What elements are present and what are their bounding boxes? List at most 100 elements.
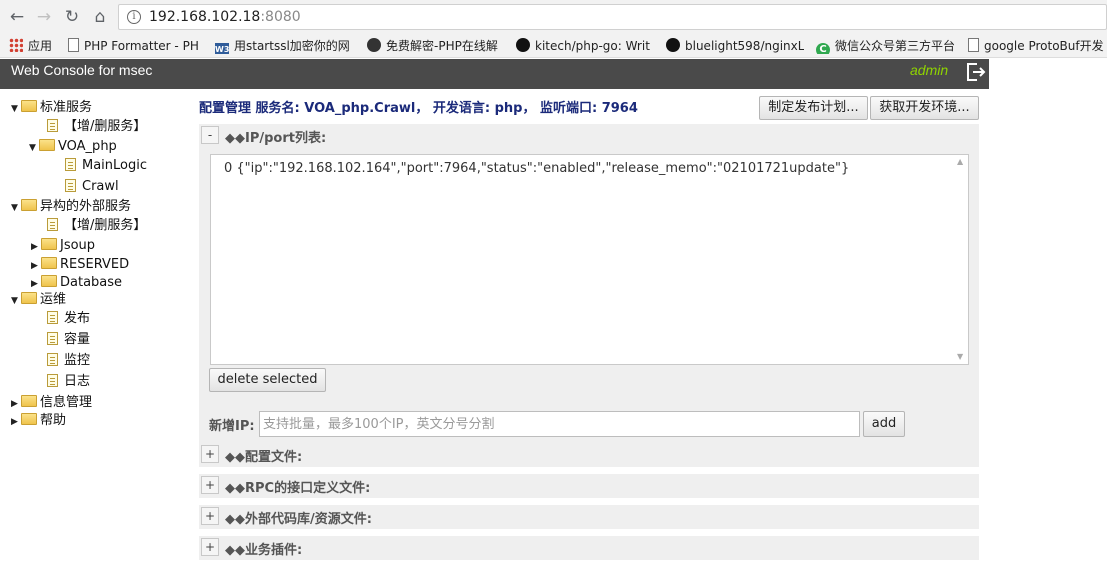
- rpc-interface-section[interactable]: + ◆◆RPC的接口定义文件:: [199, 474, 979, 498]
- tree-label: Jsoup: [60, 238, 96, 253]
- user-name[interactable]: admin: [910, 62, 948, 78]
- w3-icon: W3: [215, 43, 229, 54]
- round-icon: [367, 38, 381, 52]
- list-item[interactable]: 0 {"ip":"192.168.102.164","port":7964,"s…: [224, 161, 849, 176]
- collapse-toggle[interactable]: -: [201, 126, 219, 144]
- bookmark-label: google ProtoBuf开发: [984, 39, 1104, 53]
- add-ip-button[interactable]: add: [863, 411, 905, 437]
- bookmark-label: bluelight598/nginxL: [685, 39, 804, 53]
- expand-arrow-icon[interactable]: ▼: [29, 139, 39, 157]
- collapse-arrow-icon[interactable]: ▶: [11, 413, 21, 431]
- app-header: Web Console for msec admin: [0, 59, 989, 89]
- page-icon: [968, 38, 979, 52]
- add-ip-label: 新增IP:: [209, 419, 255, 434]
- collapse-arrow-icon[interactable]: ▶: [31, 238, 41, 256]
- publish-plan-button[interactable]: 制定发布计划...: [759, 96, 868, 120]
- browser-toolbar: ← → ↻ ⌂ i 192.168.102.18:8080: [0, 0, 1107, 34]
- tree-node-capacity[interactable]: 容量: [47, 331, 90, 349]
- delete-selected-button[interactable]: delete selected: [209, 368, 326, 392]
- bookmark-wechat[interactable]: C 微信公众号第三方平台: [816, 38, 956, 54]
- home-icon[interactable]: ⌂: [90, 7, 110, 27]
- bookmark-php-decrypt[interactable]: 免费解密-PHP在线解: [367, 38, 504, 54]
- collapse-arrow-icon[interactable]: ▶: [11, 395, 21, 413]
- expand-toggle[interactable]: +: [201, 507, 219, 525]
- section-title: ◆◆IP/port列表:: [225, 131, 327, 146]
- bookmark-label: PHP Formatter - PH: [84, 39, 199, 53]
- file-icon: [47, 119, 58, 132]
- page-title: 配置管理 服务名: VOA_php.Crawl， 开发语言: php， 监听端口…: [199, 101, 638, 116]
- file-icon: [47, 311, 58, 324]
- external-lib-section[interactable]: + ◆◆外部代码库/资源文件:: [199, 505, 979, 529]
- tree-label: 日志: [64, 374, 91, 389]
- page-icon: [68, 38, 79, 52]
- bookmark-php-go[interactable]: kitech/php-go: Writ: [516, 38, 654, 54]
- sidebar-tree: ▼ 标准服务 【增/删服务】 ▼ VOA_php MainLogic Crawl ▼…: [0, 89, 189, 569]
- tree-node-info-mgmt[interactable]: ▶ 信息管理: [11, 394, 92, 412]
- address-bar[interactable]: i 192.168.102.18:8080: [118, 4, 1107, 30]
- tree-node-publish[interactable]: 发布: [47, 310, 90, 328]
- section-title: ◆◆外部代码库/资源文件:: [225, 512, 372, 527]
- tree-label: 发布: [64, 311, 91, 326]
- expand-arrow-icon[interactable]: ▼: [11, 199, 21, 217]
- tree-node-log[interactable]: 日志: [47, 373, 90, 391]
- tree-node-crawl[interactable]: Crawl: [65, 178, 119, 196]
- tree-node-mainlogic[interactable]: MainLogic: [65, 157, 147, 175]
- tree-label: 信息管理: [40, 395, 93, 410]
- file-icon: [65, 179, 76, 192]
- business-plugin-section[interactable]: + ◆◆业务插件:: [199, 536, 979, 560]
- url-host: 192.168.102.18: [149, 9, 261, 25]
- github-icon: [666, 38, 680, 52]
- expand-toggle[interactable]: +: [201, 476, 219, 494]
- tree-label: 运维: [40, 292, 67, 307]
- tree-node-ext-service[interactable]: ▼ 异构的外部服务: [11, 198, 131, 216]
- bookmark-php-formatter[interactable]: PHP Formatter - PH: [68, 38, 204, 54]
- bookmark-label: 微信公众号第三方平台: [835, 39, 956, 53]
- section-title: ◆◆RPC的接口定义文件:: [225, 481, 371, 496]
- tree-label: 【增/删服务】: [64, 218, 147, 233]
- bookmark-label: 用startssl加密你的网: [234, 39, 350, 53]
- bookmark-protobuf[interactable]: google ProtoBuf开发: [968, 38, 1107, 54]
- tree-label: MainLogic: [82, 158, 148, 173]
- tree-node-std-service[interactable]: ▼ 标准服务: [11, 99, 92, 117]
- tree-node-ops[interactable]: ▼ 运维: [11, 291, 66, 309]
- expand-arrow-icon[interactable]: ▼: [11, 292, 21, 310]
- bookmark-startssl[interactable]: W3 用startssl加密你的网: [215, 38, 355, 54]
- reload-icon[interactable]: ↻: [62, 7, 82, 27]
- get-dev-env-button[interactable]: 获取开发环境...: [870, 96, 979, 120]
- expand-toggle[interactable]: +: [201, 538, 219, 556]
- back-arrow-icon[interactable]: ←: [7, 7, 27, 27]
- expand-arrow-icon[interactable]: ▼: [11, 100, 21, 118]
- url-port: :8080: [260, 9, 301, 25]
- tree-node-help[interactable]: ▶ 帮助: [11, 412, 66, 430]
- file-icon: [65, 158, 76, 171]
- forward-arrow-icon[interactable]: →: [34, 7, 54, 27]
- tree-label: 标准服务: [40, 100, 93, 115]
- section-title: ◆◆配置文件:: [225, 450, 303, 465]
- scroll-up-icon[interactable]: ▲: [957, 158, 965, 166]
- ip-port-list[interactable]: 0 {"ip":"192.168.102.164","port":7964,"s…: [210, 154, 969, 365]
- main-panel: 配置管理 服务名: VOA_php.Crawl， 开发语言: php， 监听端口…: [189, 89, 989, 569]
- bookmark-nginx[interactable]: bluelight598/nginxL: [666, 38, 804, 54]
- bookmark-label: 应用: [28, 39, 53, 53]
- bookmark-apps[interactable]: 应用: [9, 38, 61, 54]
- logout-icon[interactable]: [965, 62, 987, 82]
- tree-node-ext-add-remove[interactable]: 【增/删服务】: [47, 217, 146, 235]
- tree-node-reserved[interactable]: ▶ RESERVED: [31, 256, 129, 274]
- tree-label: 监控: [64, 353, 91, 368]
- expand-toggle[interactable]: +: [201, 445, 219, 463]
- add-ip-input[interactable]: [259, 411, 860, 437]
- collapse-arrow-icon[interactable]: ▶: [31, 257, 41, 275]
- tree-node-jsoup[interactable]: ▶ Jsoup: [31, 237, 95, 255]
- info-icon[interactable]: i: [127, 10, 141, 24]
- folder-icon: [21, 100, 37, 112]
- folder-icon: [21, 199, 37, 211]
- tree-node-database[interactable]: ▶ Database: [31, 274, 122, 292]
- scroll-down-icon[interactable]: ▼: [957, 353, 965, 361]
- folder-icon: [21, 413, 37, 425]
- tree-label: Database: [60, 275, 123, 290]
- config-file-section[interactable]: + ◆◆配置文件:: [199, 443, 979, 467]
- tree-node-std-add-remove[interactable]: 【增/删服务】: [47, 118, 146, 136]
- tree-node-voa-php[interactable]: ▼ VOA_php: [29, 138, 117, 156]
- tree-node-monitor[interactable]: 监控: [47, 352, 90, 370]
- folder-icon: [41, 275, 57, 287]
